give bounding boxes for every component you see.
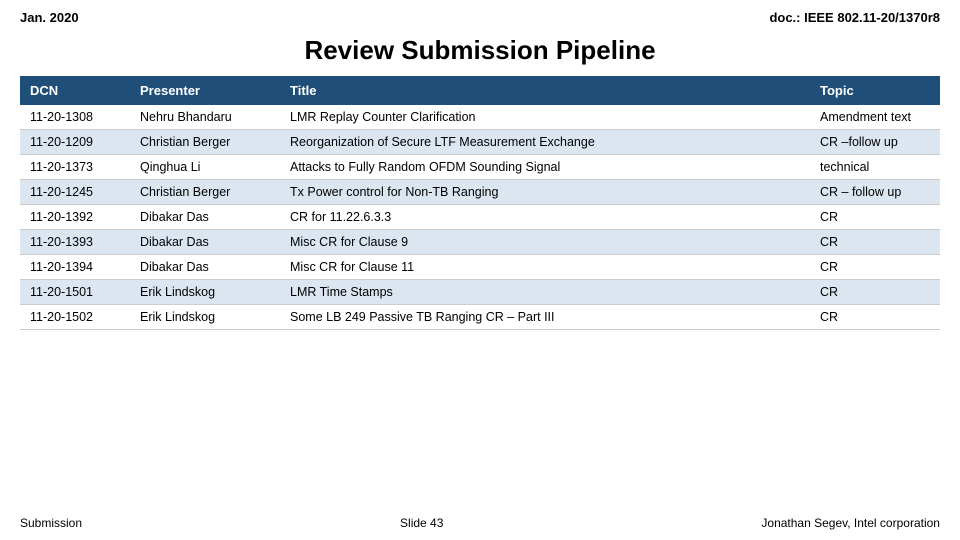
cell-topic: CR [810, 305, 940, 330]
cell-title: Misc CR for Clause 9 [280, 230, 810, 255]
cell-topic: CR [810, 255, 940, 280]
table-container: DCN Presenter Title Topic 11-20-1308Nehr… [0, 76, 960, 508]
cell-dcn: 11-20-1502 [20, 305, 130, 330]
cell-dcn: 11-20-1394 [20, 255, 130, 280]
cell-title: Attacks to Fully Random OFDM Sounding Si… [280, 155, 810, 180]
page: Jan. 2020 doc.: IEEE 802.11-20/1370r8 Re… [0, 0, 960, 540]
cell-presenter: Christian Berger [130, 180, 280, 205]
cell-dcn: 11-20-1308 [20, 105, 130, 130]
table-row: 11-20-1501Erik LindskogLMR Time StampsCR [20, 280, 940, 305]
cell-dcn: 11-20-1501 [20, 280, 130, 305]
cell-topic: CR [810, 230, 940, 255]
table-row: 11-20-1308Nehru BhandaruLMR Replay Count… [20, 105, 940, 130]
cell-dcn: 11-20-1245 [20, 180, 130, 205]
cell-title: Misc CR for Clause 11 [280, 255, 810, 280]
page-title: Review Submission Pipeline [0, 29, 960, 76]
cell-presenter: Erik Lindskog [130, 305, 280, 330]
table-row: 11-20-1394Dibakar DasMisc CR for Clause … [20, 255, 940, 280]
cell-dcn: 11-20-1373 [20, 155, 130, 180]
footer-center: Slide 43 [400, 516, 443, 530]
table-header-row: DCN Presenter Title Topic [20, 76, 940, 105]
cell-dcn: 11-20-1392 [20, 205, 130, 230]
cell-topic: CR [810, 280, 940, 305]
cell-dcn: 11-20-1209 [20, 130, 130, 155]
cell-presenter: Erik Lindskog [130, 280, 280, 305]
table-row: 11-20-1393Dibakar DasMisc CR for Clause … [20, 230, 940, 255]
cell-title: Tx Power control for Non-TB Ranging [280, 180, 810, 205]
table-row: 11-20-1245Christian BergerTx Power contr… [20, 180, 940, 205]
header-right: doc.: IEEE 802.11-20/1370r8 [769, 10, 940, 25]
table-row: 11-20-1392Dibakar DasCR for 11.22.6.3.3C… [20, 205, 940, 230]
cell-title: LMR Time Stamps [280, 280, 810, 305]
table-row: 11-20-1373Qinghua LiAttacks to Fully Ran… [20, 155, 940, 180]
cell-presenter: Dibakar Das [130, 205, 280, 230]
cell-topic: CR –follow up [810, 130, 940, 155]
table-row: 11-20-1209Christian BergerReorganization… [20, 130, 940, 155]
cell-topic: CR – follow up [810, 180, 940, 205]
col-header-presenter: Presenter [130, 76, 280, 105]
cell-presenter: Dibakar Das [130, 230, 280, 255]
cell-title: Reorganization of Secure LTF Measurement… [280, 130, 810, 155]
col-header-topic: Topic [810, 76, 940, 105]
col-header-dcn: DCN [20, 76, 130, 105]
header-bar: Jan. 2020 doc.: IEEE 802.11-20/1370r8 [0, 0, 960, 29]
cell-presenter: Qinghua Li [130, 155, 280, 180]
table-row: 11-20-1502Erik LindskogSome LB 249 Passi… [20, 305, 940, 330]
header-left: Jan. 2020 [20, 10, 79, 25]
cell-title: Some LB 249 Passive TB Ranging CR – Part… [280, 305, 810, 330]
cell-topic: technical [810, 155, 940, 180]
cell-presenter: Nehru Bhandaru [130, 105, 280, 130]
cell-topic: Amendment text [810, 105, 940, 130]
col-header-title: Title [280, 76, 810, 105]
footer-left: Submission [20, 516, 82, 530]
footer-right: Jonathan Segev, Intel corporation [761, 516, 940, 530]
cell-dcn: 11-20-1393 [20, 230, 130, 255]
footer-bar: Submission Slide 43 Jonathan Segev, Inte… [0, 508, 960, 540]
table-body: 11-20-1308Nehru BhandaruLMR Replay Count… [20, 105, 940, 330]
cell-presenter: Christian Berger [130, 130, 280, 155]
cell-title: LMR Replay Counter Clarification [280, 105, 810, 130]
cell-title: CR for 11.22.6.3.3 [280, 205, 810, 230]
submission-table: DCN Presenter Title Topic 11-20-1308Nehr… [20, 76, 940, 330]
cell-presenter: Dibakar Das [130, 255, 280, 280]
cell-topic: CR [810, 205, 940, 230]
